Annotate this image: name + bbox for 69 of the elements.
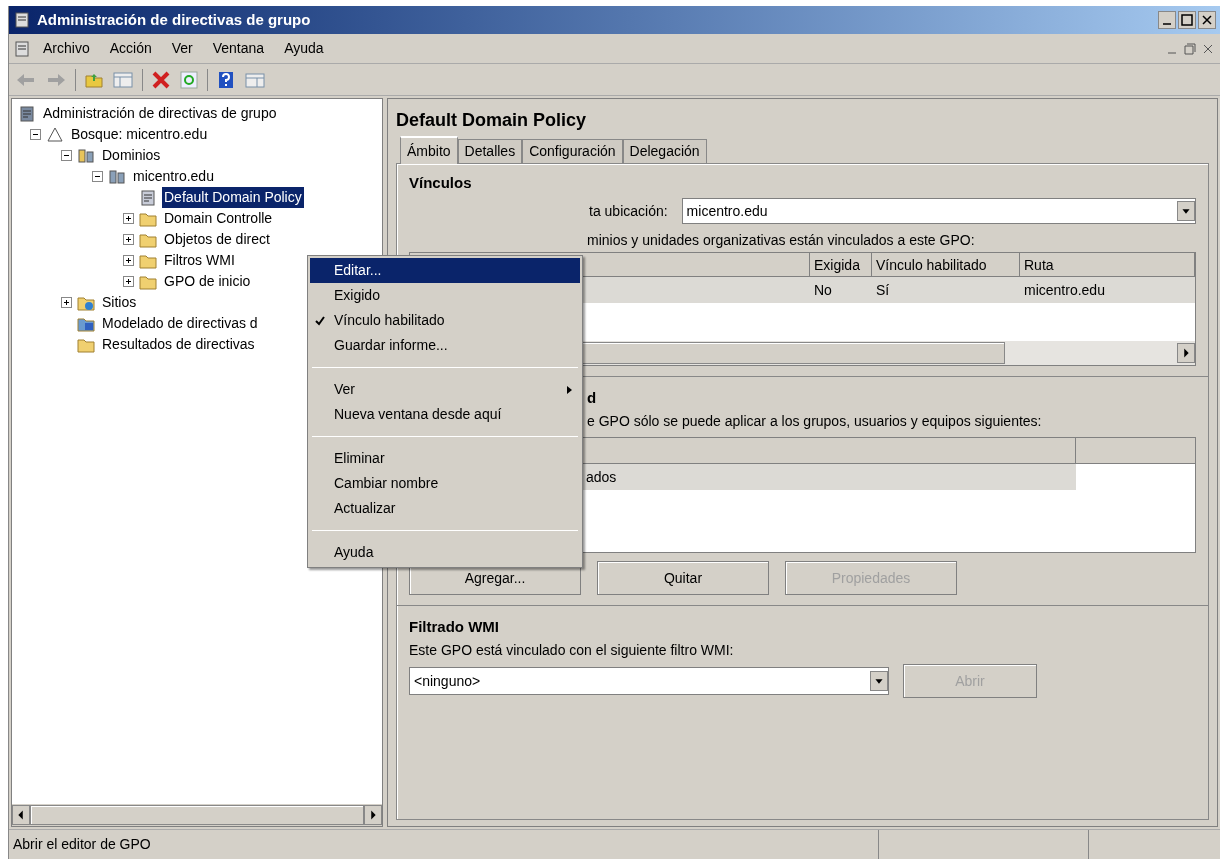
wmi-filter-dropdown[interactable]: <ninguno> (409, 667, 889, 695)
delete-icon[interactable] (151, 69, 171, 90)
scrollbar-thumb[interactable] (30, 805, 364, 825)
menu-item[interactable]: Acción (101, 38, 160, 59)
table-cell-text: ados (586, 467, 617, 487)
description-text: e GPO sólo se puede aplicar a los grupos, usuarios y equipos siguientes: (587, 412, 1042, 431)
menu-item[interactable]: Ventana (204, 38, 273, 59)
document-icon (18, 104, 36, 123)
location-dropdown[interactable]: micentro.edu (681, 198, 1196, 224)
tab[interactable]: Ámbito (400, 136, 458, 164)
menu-item[interactable]: Actualizar (310, 496, 580, 521)
window-title: Administración de directivas de grupo (37, 9, 311, 30)
menu-item[interactable]: Ver (310, 377, 580, 402)
menu-item[interactable]: Editar... (310, 258, 580, 283)
tree-item[interactable]: Objetos de direct (162, 229, 272, 250)
scroll-right-icon[interactable] (364, 805, 382, 825)
tree-item[interactable]: Default Domain Policy (162, 187, 304, 208)
tree-item[interactable]: GPO de inicio (162, 271, 253, 292)
status-text: Abrir el editor de GPO (9, 830, 879, 859)
triangle-icon (46, 125, 64, 144)
document-icon (139, 188, 157, 207)
description-text: minios y unidades organizativas están vinculados a este GPO: (587, 231, 975, 250)
refresh-icon[interactable] (179, 69, 199, 90)
tree-item[interactable]: Bosque: micentro.edu (69, 124, 210, 145)
table-cell-text: Sí (875, 280, 891, 300)
menu-item[interactable]: Archivo (35, 38, 98, 59)
minimize-icon[interactable] (1158, 11, 1176, 29)
collapse-icon[interactable] (61, 150, 72, 161)
tree-item[interactable]: micentro.edu (131, 166, 216, 187)
menu-item[interactable]: Ayuda (276, 38, 332, 59)
expand-icon[interactable] (123, 213, 134, 224)
menu-item[interactable]: Guardar informe... (310, 333, 580, 358)
scroll-left-icon[interactable] (12, 805, 30, 825)
scroll-right-icon[interactable] (1177, 343, 1195, 363)
description-text: Este GPO está vinculado con el siguiente filtro WMI: (409, 641, 735, 660)
tree-item[interactable]: Resultados de directivas (100, 334, 257, 355)
tree-item[interactable]: Domain Controlle (162, 208, 275, 229)
menu-item[interactable]: Vínculo habilitado (310, 308, 580, 333)
console-icon (13, 11, 31, 29)
expand-icon[interactable] (123, 255, 134, 266)
table-cell-text: No (813, 280, 833, 300)
dialog-button[interactable]: Quitar (597, 561, 769, 595)
menu-item[interactable]: Ver (163, 38, 201, 59)
collapse-icon[interactable] (30, 129, 41, 140)
pane-title: Default Domain Policy (396, 109, 588, 132)
maximize-icon[interactable] (1178, 11, 1196, 29)
tree-item[interactable]: Dominios (100, 145, 163, 166)
server-icon (77, 146, 95, 165)
tab[interactable]: Delegación (622, 139, 707, 163)
close-icon[interactable] (1198, 11, 1216, 29)
expand-icon[interactable] (123, 276, 134, 287)
table-cell-text: micentro.edu (1023, 280, 1106, 300)
tree-item[interactable]: Administración de directivas de grupo (41, 103, 279, 124)
help-icon[interactable] (216, 69, 236, 90)
menu-item[interactable]: Nueva ventana desde aquí (310, 402, 580, 427)
tree-item[interactable]: Modelado de directivas d (100, 313, 260, 334)
server-icon (108, 167, 126, 186)
tree-item[interactable]: Sitios (100, 292, 139, 313)
expand-icon[interactable] (61, 297, 72, 308)
expand-icon[interactable] (123, 234, 134, 245)
console-icon (13, 39, 31, 58)
section-title: Filtrado WMI (409, 617, 500, 637)
field-label: ta ubicación: (589, 201, 668, 221)
section-title: d (587, 388, 597, 408)
section-title: Vínculos (409, 173, 473, 193)
tab[interactable]: Configuración (522, 139, 623, 163)
collapse-icon[interactable] (92, 171, 103, 182)
tab[interactable]: Detalles (457, 139, 523, 163)
tree-item[interactable]: Filtros WMI (162, 250, 237, 271)
